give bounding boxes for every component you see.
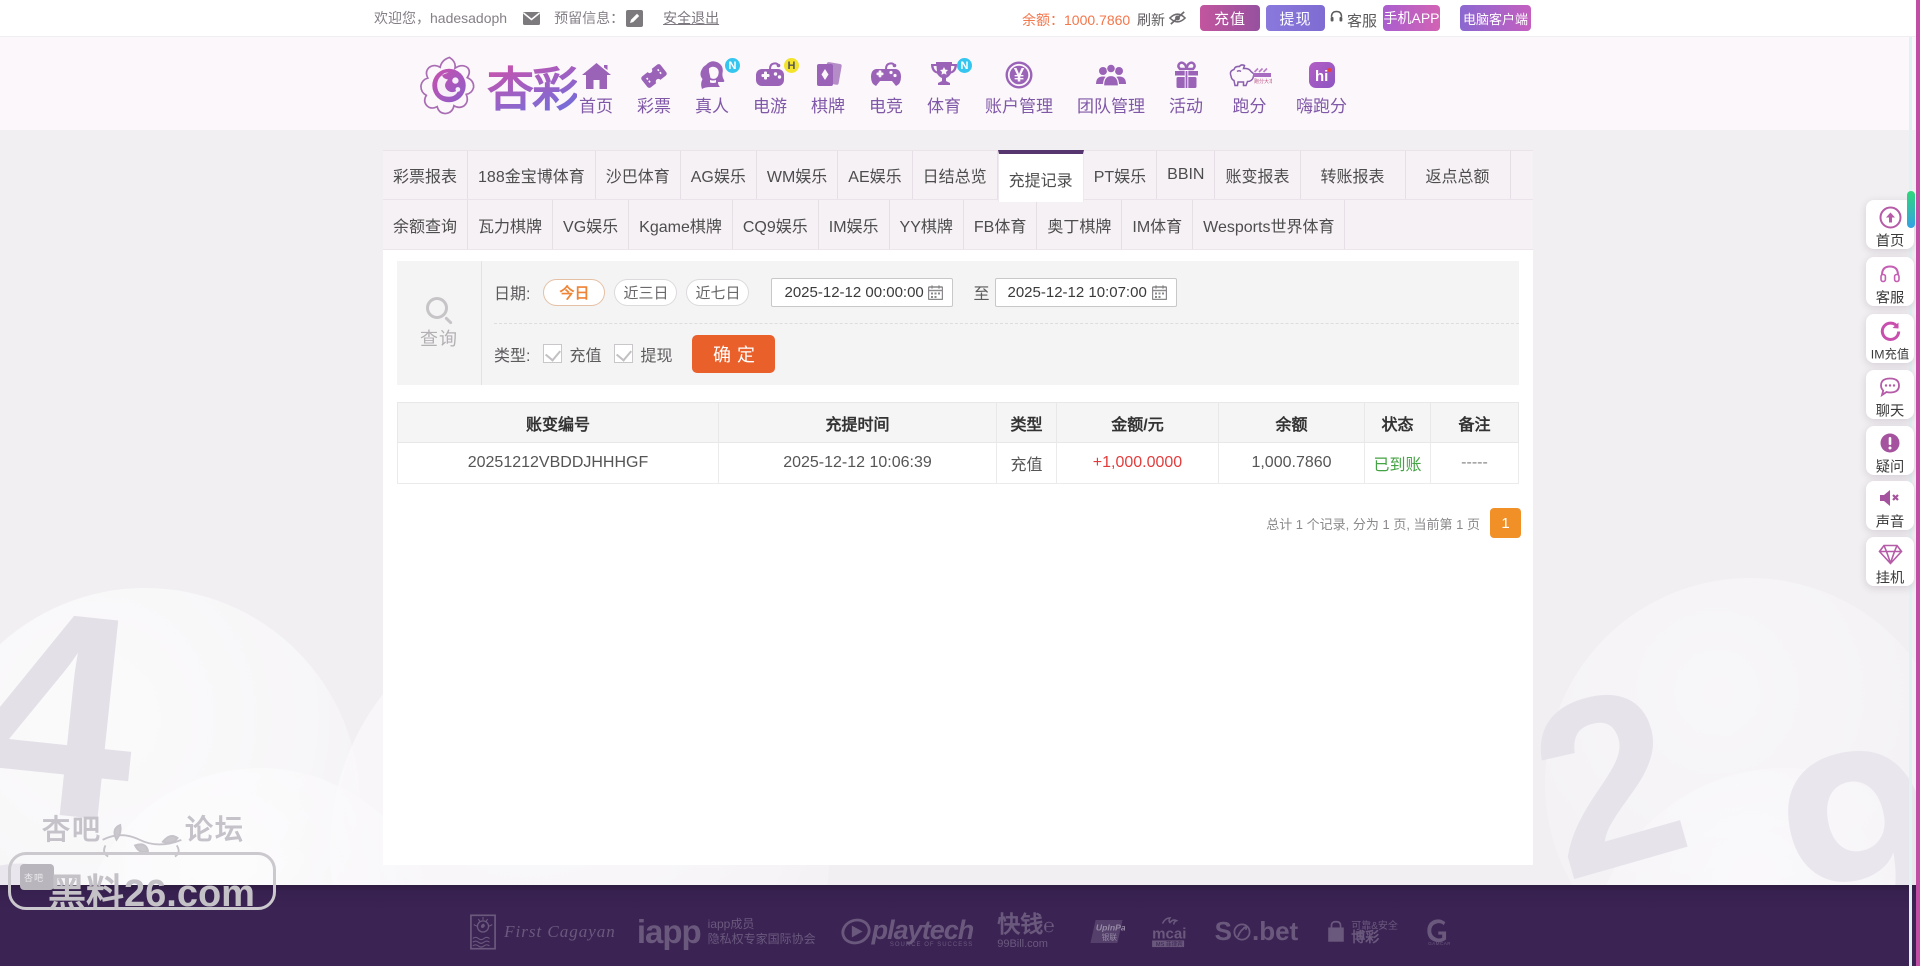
svg-text:¥: ¥ [1014,66,1025,87]
svg-text:GAMCARE: GAMCARE [1428,941,1450,946]
svg-text:mcai: mcai [1152,925,1186,942]
svg-text:UpInPay: UpInPay [1096,923,1125,933]
svg-text:hi: hi [1315,68,1328,85]
svg-text:MS 菲律宾: MS 菲律宾 [1156,940,1183,948]
svg-text:跑分大本营: 跑分大本营 [1254,78,1272,85]
svg-text:银联: 银联 [1101,932,1117,942]
